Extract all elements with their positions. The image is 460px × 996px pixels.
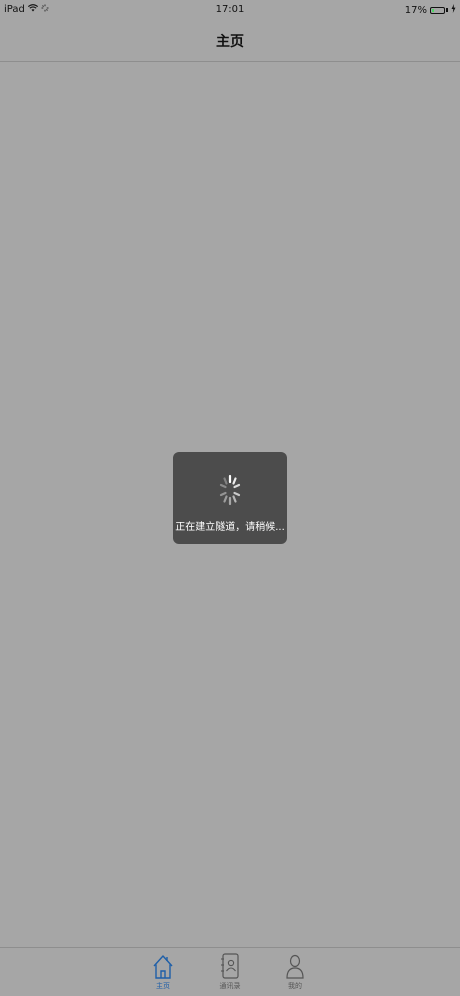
tab-contacts-label: 通讯录 (219, 982, 241, 990)
contacts-icon (221, 953, 239, 979)
battery-icon (430, 6, 445, 14)
status-right: 17% (405, 4, 456, 16)
person-icon (286, 954, 304, 979)
battery-level (432, 8, 434, 12)
tab-contacts[interactable]: 通讯录 (210, 948, 250, 996)
tab-bar: 主页 通讯录 我的 (0, 947, 460, 996)
battery-cap (446, 8, 448, 12)
battery-percent: 17% (404, 4, 427, 16)
status-time: 17:01 (215, 4, 245, 15)
tab-home[interactable]: 主页 (143, 948, 183, 996)
navigation-bar: 主页 (0, 20, 460, 62)
tab-profile[interactable]: 我的 (275, 948, 315, 996)
tab-profile-label: 我的 (288, 982, 302, 990)
screen: iPad 17:01 17% 主页 正在建立隧道，请稍候... 主页 通讯录 我… (0, 0, 460, 996)
home-icon (153, 955, 173, 979)
page-title: 主页 (216, 34, 244, 50)
loading-spinner-icon (219, 474, 241, 506)
tab-home-label: 主页 (156, 982, 170, 990)
charging-icon (451, 4, 456, 16)
status-bar: iPad 17:01 17% (0, 0, 460, 20)
loading-message: 正在建立隧道，请稍候... (175, 522, 285, 533)
